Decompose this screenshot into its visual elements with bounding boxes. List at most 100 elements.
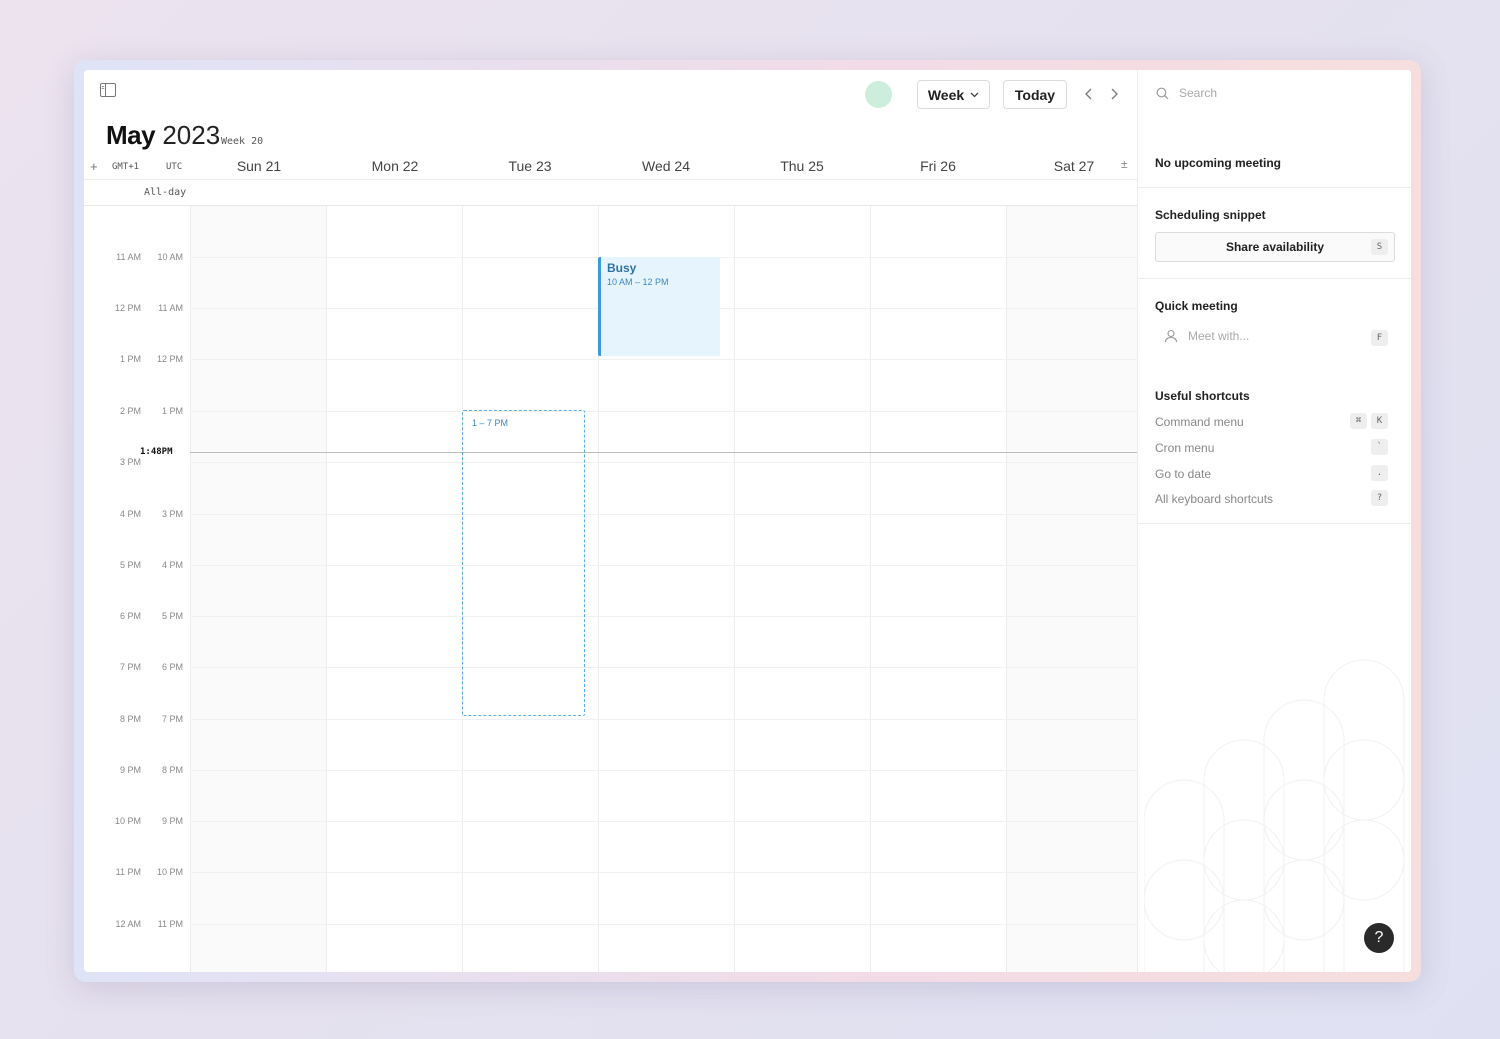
shortcut-key: K: [1371, 413, 1388, 429]
allday-row[interactable]: [84, 179, 1137, 206]
allday-label: All-day: [144, 187, 187, 198]
shortcuts-title: Useful shortcuts: [1155, 389, 1250, 403]
hour-label-utc: 1 PM: [161, 406, 183, 416]
shortcut-key: .: [1371, 465, 1388, 481]
today-button[interactable]: Today: [1003, 80, 1067, 109]
timezone-primary[interactable]: GMT+1: [112, 162, 139, 172]
hour-line: [190, 821, 1137, 822]
help-icon: ?: [1374, 929, 1384, 946]
shortcut-all-shortcuts[interactable]: All keyboard shortcuts: [1155, 492, 1273, 506]
hour-label-utc: 12 PM: [156, 354, 183, 364]
shortcut-cron-menu[interactable]: Cron menu: [1155, 441, 1214, 455]
avatar[interactable]: [865, 81, 892, 108]
shortcut-key: ⌘: [1350, 413, 1367, 429]
hour-label-gmt: 10 PM: [114, 816, 141, 826]
page-title: May 2023: [106, 120, 220, 151]
event-busy-title: Busy: [607, 261, 637, 275]
background-pattern: [1144, 659, 1405, 972]
hour-label-utc: 11 PM: [157, 919, 183, 929]
chevron-down-icon: [970, 92, 979, 97]
expand-days-icon[interactable]: ±: [1121, 157, 1128, 171]
week-number: Week 20: [221, 136, 264, 147]
hour-label-gmt: 12 PM: [114, 303, 141, 313]
shortcut-go-to-date[interactable]: Go to date: [1155, 467, 1211, 481]
hour-line: [190, 770, 1137, 771]
event-busy[interactable]: Busy 10 AM – 12 PM: [598, 257, 720, 356]
hour-label-utc: 7 PM: [161, 714, 183, 724]
shortcut-key: `: [1371, 439, 1388, 455]
sidebar-toggle-icon[interactable]: [100, 83, 116, 97]
column-divider: [326, 206, 327, 972]
hour-line: [190, 667, 1137, 668]
current-time-label: 1:48PM: [140, 447, 173, 457]
title-year: 2023: [162, 120, 221, 150]
current-time-line: [190, 452, 1137, 453]
hour-label-utc: 8 PM: [161, 765, 183, 775]
hour-label-gmt: 1 PM: [119, 354, 141, 364]
timezone-secondary[interactable]: UTC: [166, 162, 182, 172]
day-header-fri[interactable]: Fri 26: [870, 158, 1006, 174]
today-label: Today: [1014, 86, 1056, 103]
hour-line: [190, 359, 1137, 360]
hour-label-gmt: 11 PM: [115, 867, 141, 877]
share-shortcut-key: S: [1371, 239, 1388, 255]
column-divider: [870, 206, 871, 972]
hour-label-gmt: 5 PM: [119, 560, 141, 570]
view-select-label: Week: [927, 86, 965, 103]
hour-label-utc: 10 AM: [157, 252, 183, 262]
day-header-wed[interactable]: Wed 24: [598, 158, 734, 174]
day-header-mon[interactable]: Mon 22: [327, 158, 463, 174]
hour-line: [190, 462, 1137, 463]
hour-label-gmt: 6 PM: [119, 611, 141, 621]
hour-label-gmt: 8 PM: [119, 714, 141, 724]
add-timezone-icon[interactable]: +: [90, 159, 98, 174]
hour-label-gmt: 7 PM: [119, 662, 141, 672]
hour-label-utc: 5 PM: [161, 611, 183, 621]
hour-line: [190, 411, 1137, 412]
hour-label-gmt: 11 AM: [116, 252, 141, 262]
chevron-right-icon[interactable]: [1107, 86, 1121, 102]
upcoming-text: No upcoming meeting: [1155, 156, 1281, 170]
hour-line: [190, 514, 1137, 515]
hour-label-utc: 4 PM: [161, 560, 183, 570]
hour-label-utc: 3 PM: [161, 509, 183, 519]
chevron-left-icon[interactable]: [1082, 86, 1096, 102]
day-header-sun[interactable]: Sun 21: [191, 158, 327, 174]
hour-line: [190, 719, 1137, 720]
event-busy-time: 10 AM – 12 PM: [607, 277, 669, 287]
column-divider: [1006, 206, 1007, 972]
event-selection-time: 1 – 7 PM: [472, 418, 509, 428]
calendar-window: Week Today May 2023 Week 20 + GMT+1 UTC …: [84, 70, 1411, 972]
share-availability-label: Share availability: [1225, 240, 1325, 254]
hour-line: [190, 565, 1137, 566]
hour-label-gmt: 4 PM: [119, 509, 141, 519]
hour-line: [190, 872, 1137, 873]
hour-label-utc: 10 PM: [156, 867, 183, 877]
hour-label-gmt: 12 AM: [115, 919, 141, 929]
hour-label-gmt: 2 PM: [119, 406, 141, 416]
hour-line: [190, 924, 1137, 925]
column-divider: [734, 206, 735, 972]
hour-label-utc: 6 PM: [161, 662, 183, 672]
upcoming-section: No upcoming meeting: [1138, 70, 1411, 188]
day-header-thu[interactable]: Thu 25: [734, 158, 870, 174]
title-month: May: [106, 120, 156, 150]
hour-label-utc: 9 PM: [161, 816, 183, 826]
event-selection[interactable]: 1 – 7 PM: [462, 410, 585, 716]
week-grid[interactable]: 11 AM 10 AM 12 PM 11 AM 1 PM 12 PM 2 PM …: [84, 206, 1137, 972]
weekend-column-sun: [190, 206, 326, 972]
hour-label-gmt: 3 PM: [119, 457, 141, 467]
share-availability-button[interactable]: Share availability: [1155, 232, 1395, 262]
scheduling-title: Scheduling snippet: [1155, 208, 1266, 222]
shortcut-command-menu[interactable]: Command menu: [1155, 415, 1244, 429]
side-panel: No upcoming meeting Scheduling snippet S…: [1137, 70, 1411, 972]
hour-line: [190, 616, 1137, 617]
hour-label-gmt: 9 PM: [119, 765, 141, 775]
view-select-button[interactable]: Week: [917, 80, 990, 109]
shortcut-key: ?: [1371, 490, 1388, 506]
hour-label-utc: 11 AM: [158, 303, 183, 313]
column-divider: [190, 206, 191, 972]
help-button[interactable]: ?: [1364, 923, 1394, 953]
weekend-column-sat: [1006, 206, 1137, 972]
day-header-tue[interactable]: Tue 23: [462, 158, 598, 174]
